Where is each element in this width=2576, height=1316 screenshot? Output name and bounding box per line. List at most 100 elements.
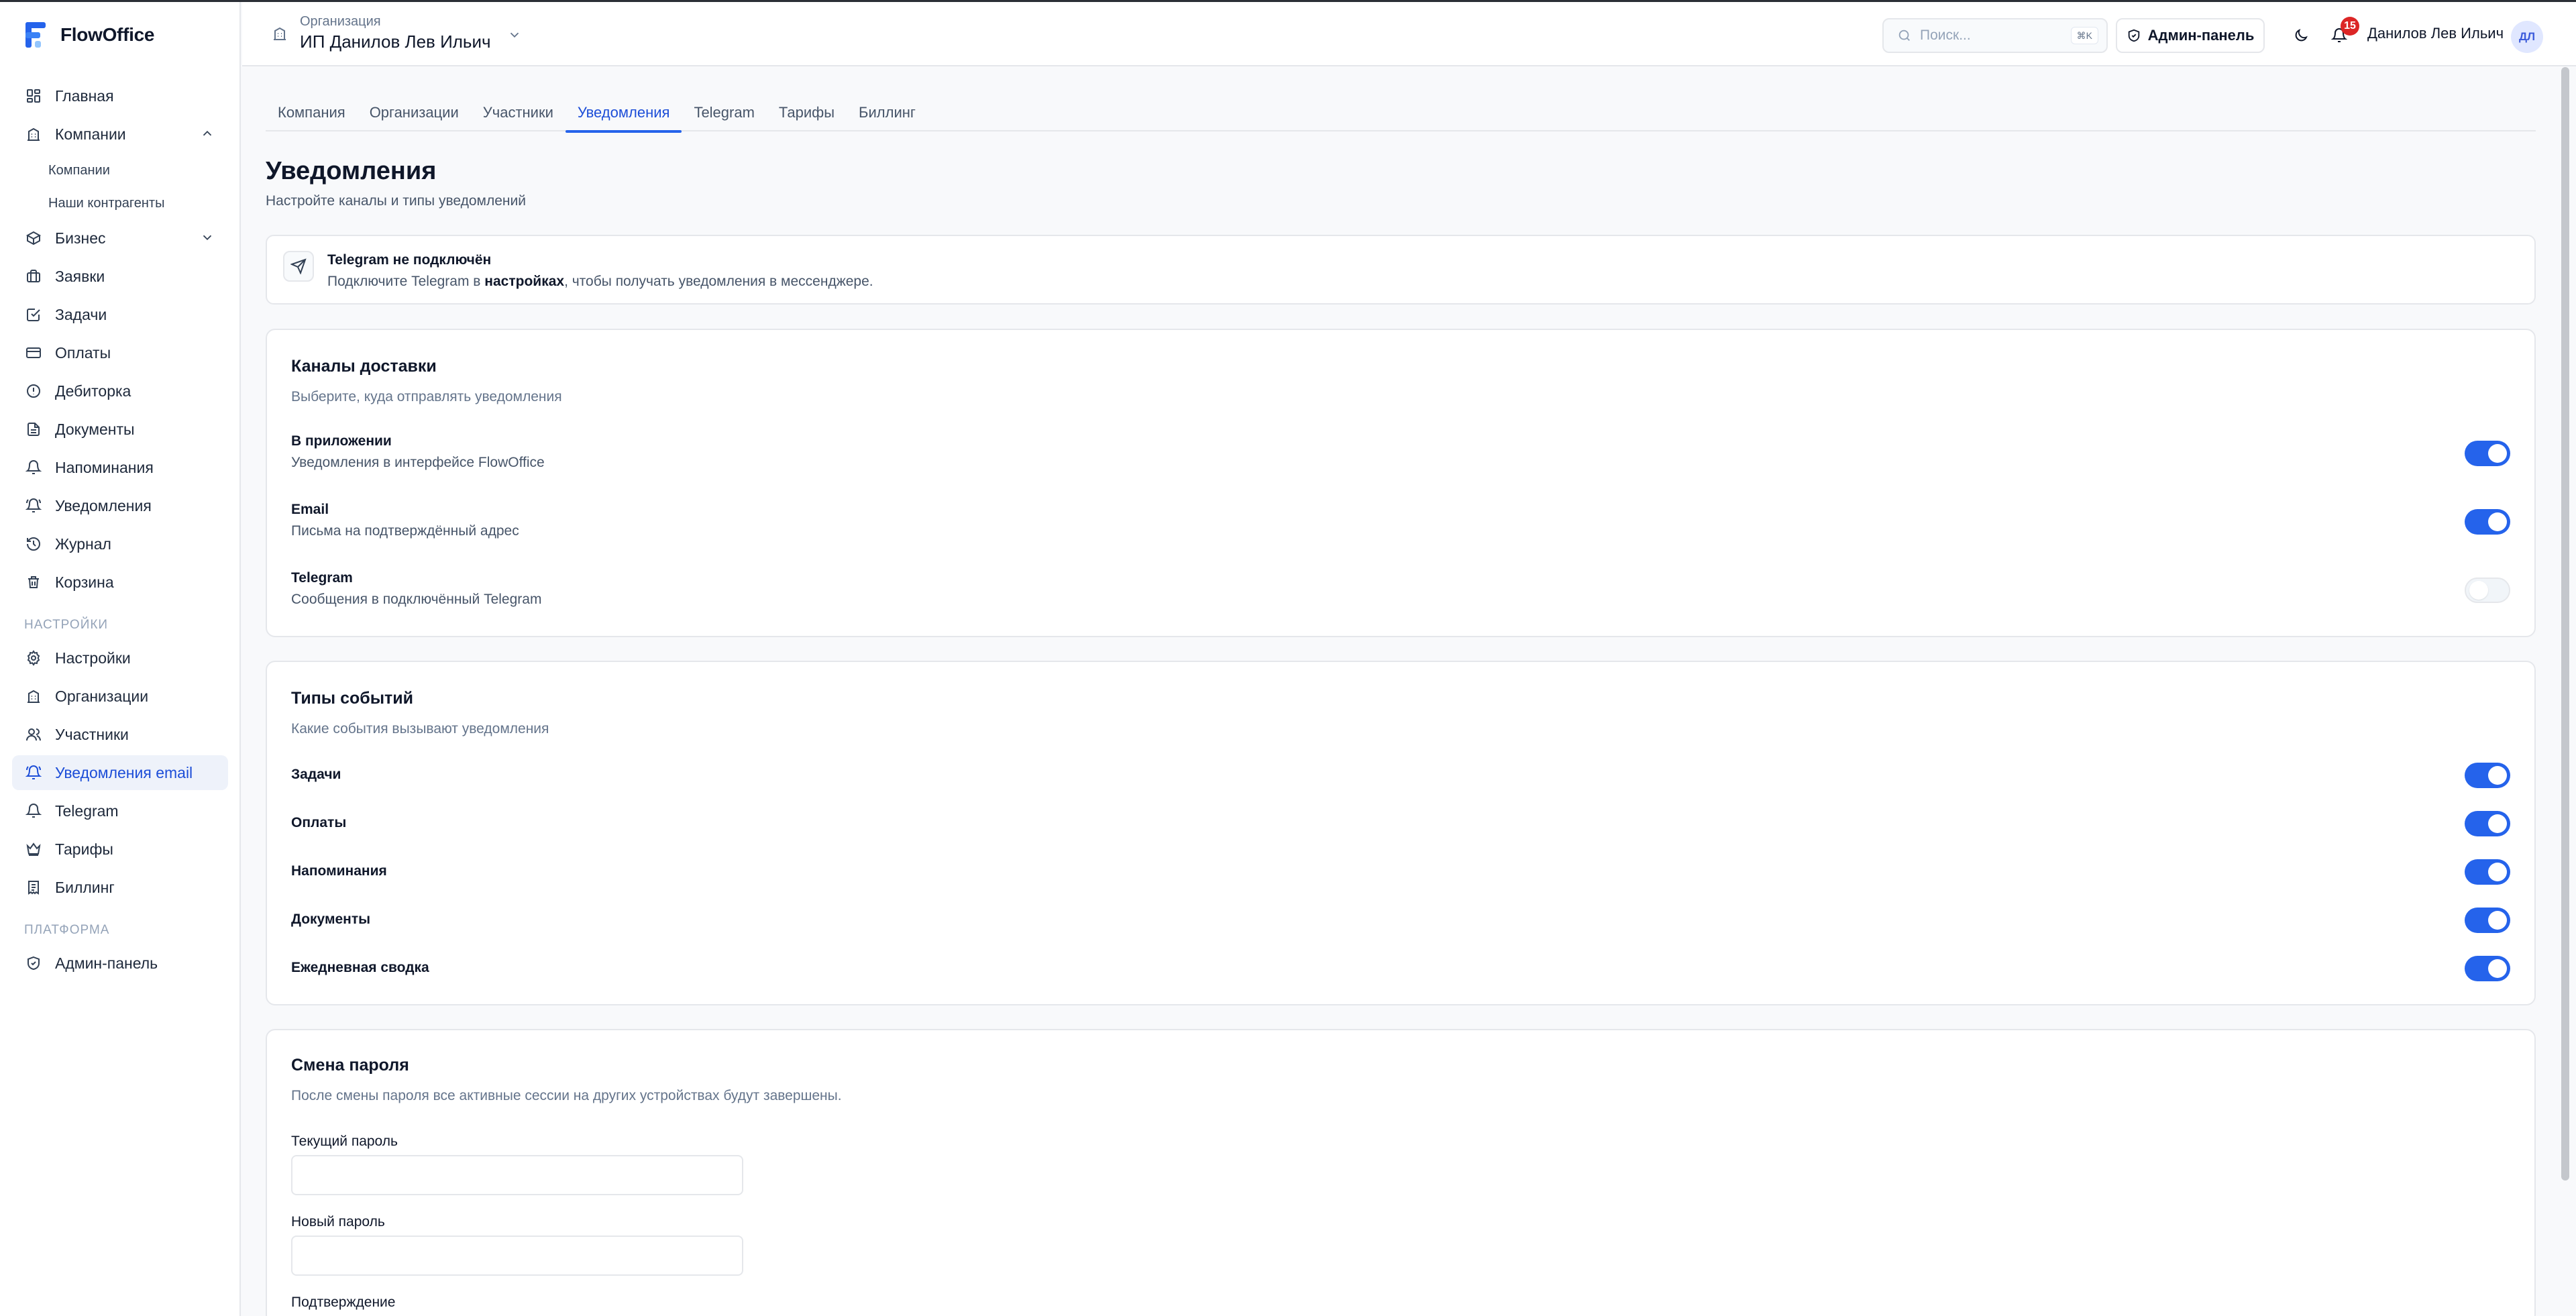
sidebar-item-label: Telegram [55, 802, 119, 820]
sidebar-item-trash[interactable]: Корзина [12, 565, 228, 600]
card-subtitle: Какие события вызывают уведомления [291, 721, 549, 736]
event-payments-toggle[interactable] [2465, 811, 2510, 836]
event-title: Ежедневная сводка [291, 960, 429, 975]
sidebar-item-companies[interactable]: Компании [12, 117, 228, 152]
new-password-field[interactable] [291, 1236, 743, 1276]
bell-ring-icon [25, 765, 42, 779]
tab-company[interactable]: Компания [266, 94, 358, 131]
channel-title: Email [291, 502, 329, 517]
delivery-channels-card: Каналы доставки Выберите, куда отправлят… [266, 329, 2536, 637]
alert-text: Подключите Telegram в настройках, чтобы … [327, 274, 873, 290]
chevron-down-icon[interactable] [200, 230, 215, 245]
sidebar-subitem-companies[interactable]: Компании [12, 155, 228, 186]
sidebar-item-members[interactable]: Участники [12, 717, 228, 752]
sidebar-item-label: Бизнес [55, 229, 106, 247]
event-types-card: Типы событий Какие события вызывают увед… [266, 661, 2536, 1005]
tab-billing[interactable]: Биллинг [847, 94, 928, 131]
org-name: ИП Данилов Лев Ильич [300, 32, 491, 52]
check-square-icon [27, 309, 40, 321]
search-box[interactable]: ⌘K [1882, 18, 2108, 53]
avatar[interactable]: ДЛ [2511, 21, 2543, 53]
page-title: Уведомления [266, 157, 437, 185]
tab-telegram[interactable]: Telegram [682, 94, 766, 131]
tab-members[interactable]: Участники [471, 94, 566, 131]
sidebar-item-label: Админ-панель [55, 954, 158, 972]
channel-row-in-app: В приложении Уведомления в интерфейсе Fl… [291, 433, 2510, 474]
sidebar-item-tasks[interactable]: Задачи [12, 297, 228, 332]
chevron-down-icon [510, 32, 519, 38]
sidebar-item-label: Задачи [55, 305, 107, 323]
alert-text-before: Подключите Telegram в [327, 274, 485, 289]
alert-icon-box [283, 251, 314, 282]
sidebar-section-platform: ПЛАТФОРМА [24, 923, 110, 937]
sidebar-item-notifications[interactable]: Уведомления [12, 488, 228, 523]
event-row-payments: Оплаты [291, 811, 2510, 836]
event-title: Оплаты [291, 815, 347, 830]
sidebar-item-business[interactable]: Бизнес [12, 221, 228, 256]
admin-panel-button[interactable]: Админ-панель [2116, 18, 2265, 53]
alert-title: Telegram не подключён [327, 252, 492, 268]
sidebar-item-home[interactable]: Главная [12, 78, 228, 113]
sidebar-item-receivables[interactable]: Дебиторка [12, 374, 228, 408]
channel-in-app-toggle[interactable] [2465, 441, 2510, 466]
briefcase-icon [27, 270, 40, 282]
bell-ring-icon [25, 498, 42, 512]
sidebar-subitem-counterparties[interactable]: Наши контрагенты [12, 188, 228, 219]
sidebar-item-label: Дебиторка [55, 382, 131, 400]
sidebar-item-billing[interactable]: Биллинг [12, 870, 228, 905]
sidebar-item-label: Биллинг [55, 878, 115, 896]
settings-link[interactable]: настройках [484, 274, 564, 289]
sidebar-item-settings[interactable]: Настройки [12, 641, 228, 675]
tab-organizations[interactable]: Организации [358, 94, 471, 131]
theme-toggle-button[interactable] [2288, 22, 2314, 49]
sidebar-item-telegram[interactable]: Telegram [12, 793, 228, 828]
tab-notifications[interactable]: Уведомления [565, 94, 682, 133]
bell-icon [25, 460, 42, 474]
alert-circle-icon [27, 384, 40, 398]
card-title: Каналы доставки [291, 357, 437, 376]
sidebar-item-label: Тарифы [55, 840, 113, 858]
sidebar-item-email-notifications[interactable]: Уведомления email [12, 755, 228, 790]
sidebar-item-organizations[interactable]: Организации [12, 679, 228, 714]
org-switcher[interactable]: Организация ИП Данилов Лев Ильич [272, 14, 522, 52]
page-subtitle: Настройте каналы и типы уведомлений [266, 193, 526, 209]
credit-card-icon [26, 347, 41, 358]
sidebar-item-requests[interactable]: Заявки [12, 259, 228, 294]
event-documents-toggle[interactable] [2465, 908, 2510, 933]
channel-telegram-toggle[interactable] [2465, 578, 2510, 603]
sidebar-item-tariffs[interactable]: Тарифы [12, 832, 228, 867]
channel-desc: Сообщения в подключённый Telegram [291, 592, 542, 607]
org-caption: Организация [300, 14, 381, 29]
sidebar-item-label: Журнал [55, 535, 111, 553]
tab-tariffs[interactable]: Тарифы [767, 94, 847, 131]
event-daily-digest-toggle[interactable] [2465, 956, 2510, 981]
sidebar: FlowOffice Главная Компании Компании Наш… [0, 2, 241, 1316]
sidebar-item-label: Участники [55, 725, 129, 743]
event-reminders-toggle[interactable] [2465, 859, 2510, 885]
channel-row-telegram: Telegram Сообщения в подключённый Telegr… [291, 570, 2510, 610]
event-tasks-toggle[interactable] [2465, 763, 2510, 788]
app-logo[interactable]: FlowOffice [24, 19, 154, 50]
user-name[interactable]: Данилов Лев Ильич [2367, 25, 2504, 42]
search-input[interactable] [1920, 28, 2061, 44]
sidebar-item-label: Корзина [55, 573, 114, 591]
sidebar-item-reminders[interactable]: Напоминания [12, 450, 228, 485]
chevron-up-icon[interactable] [200, 126, 215, 141]
page-scrollbar[interactable] [2561, 67, 2569, 1181]
sidebar-item-admin-panel[interactable]: Админ-панель [12, 946, 228, 981]
sidebar-item-journal[interactable]: Журнал [12, 527, 228, 561]
sidebar-item-label: Уведомления email [55, 763, 193, 781]
notifications-button[interactable]: 15 [2326, 17, 2359, 49]
confirm-password-label: Подтверждение [291, 1295, 396, 1310]
event-title: Напоминания [291, 863, 387, 879]
card-subtitle: Выберите, куда отправлять уведомления [291, 389, 562, 404]
current-password-field[interactable] [291, 1155, 743, 1195]
alert-text-after: , чтобы получать уведомления в мессендже… [564, 274, 873, 289]
card-title: Смена пароля [291, 1056, 409, 1075]
sidebar-item-payments[interactable]: Оплаты [12, 335, 228, 370]
event-row-daily-digest: Ежедневная сводка [291, 956, 2510, 981]
users-icon [26, 728, 41, 741]
channel-email-toggle[interactable] [2465, 509, 2510, 535]
sidebar-item-documents[interactable]: Документы [12, 412, 228, 447]
building-icon [28, 690, 40, 703]
